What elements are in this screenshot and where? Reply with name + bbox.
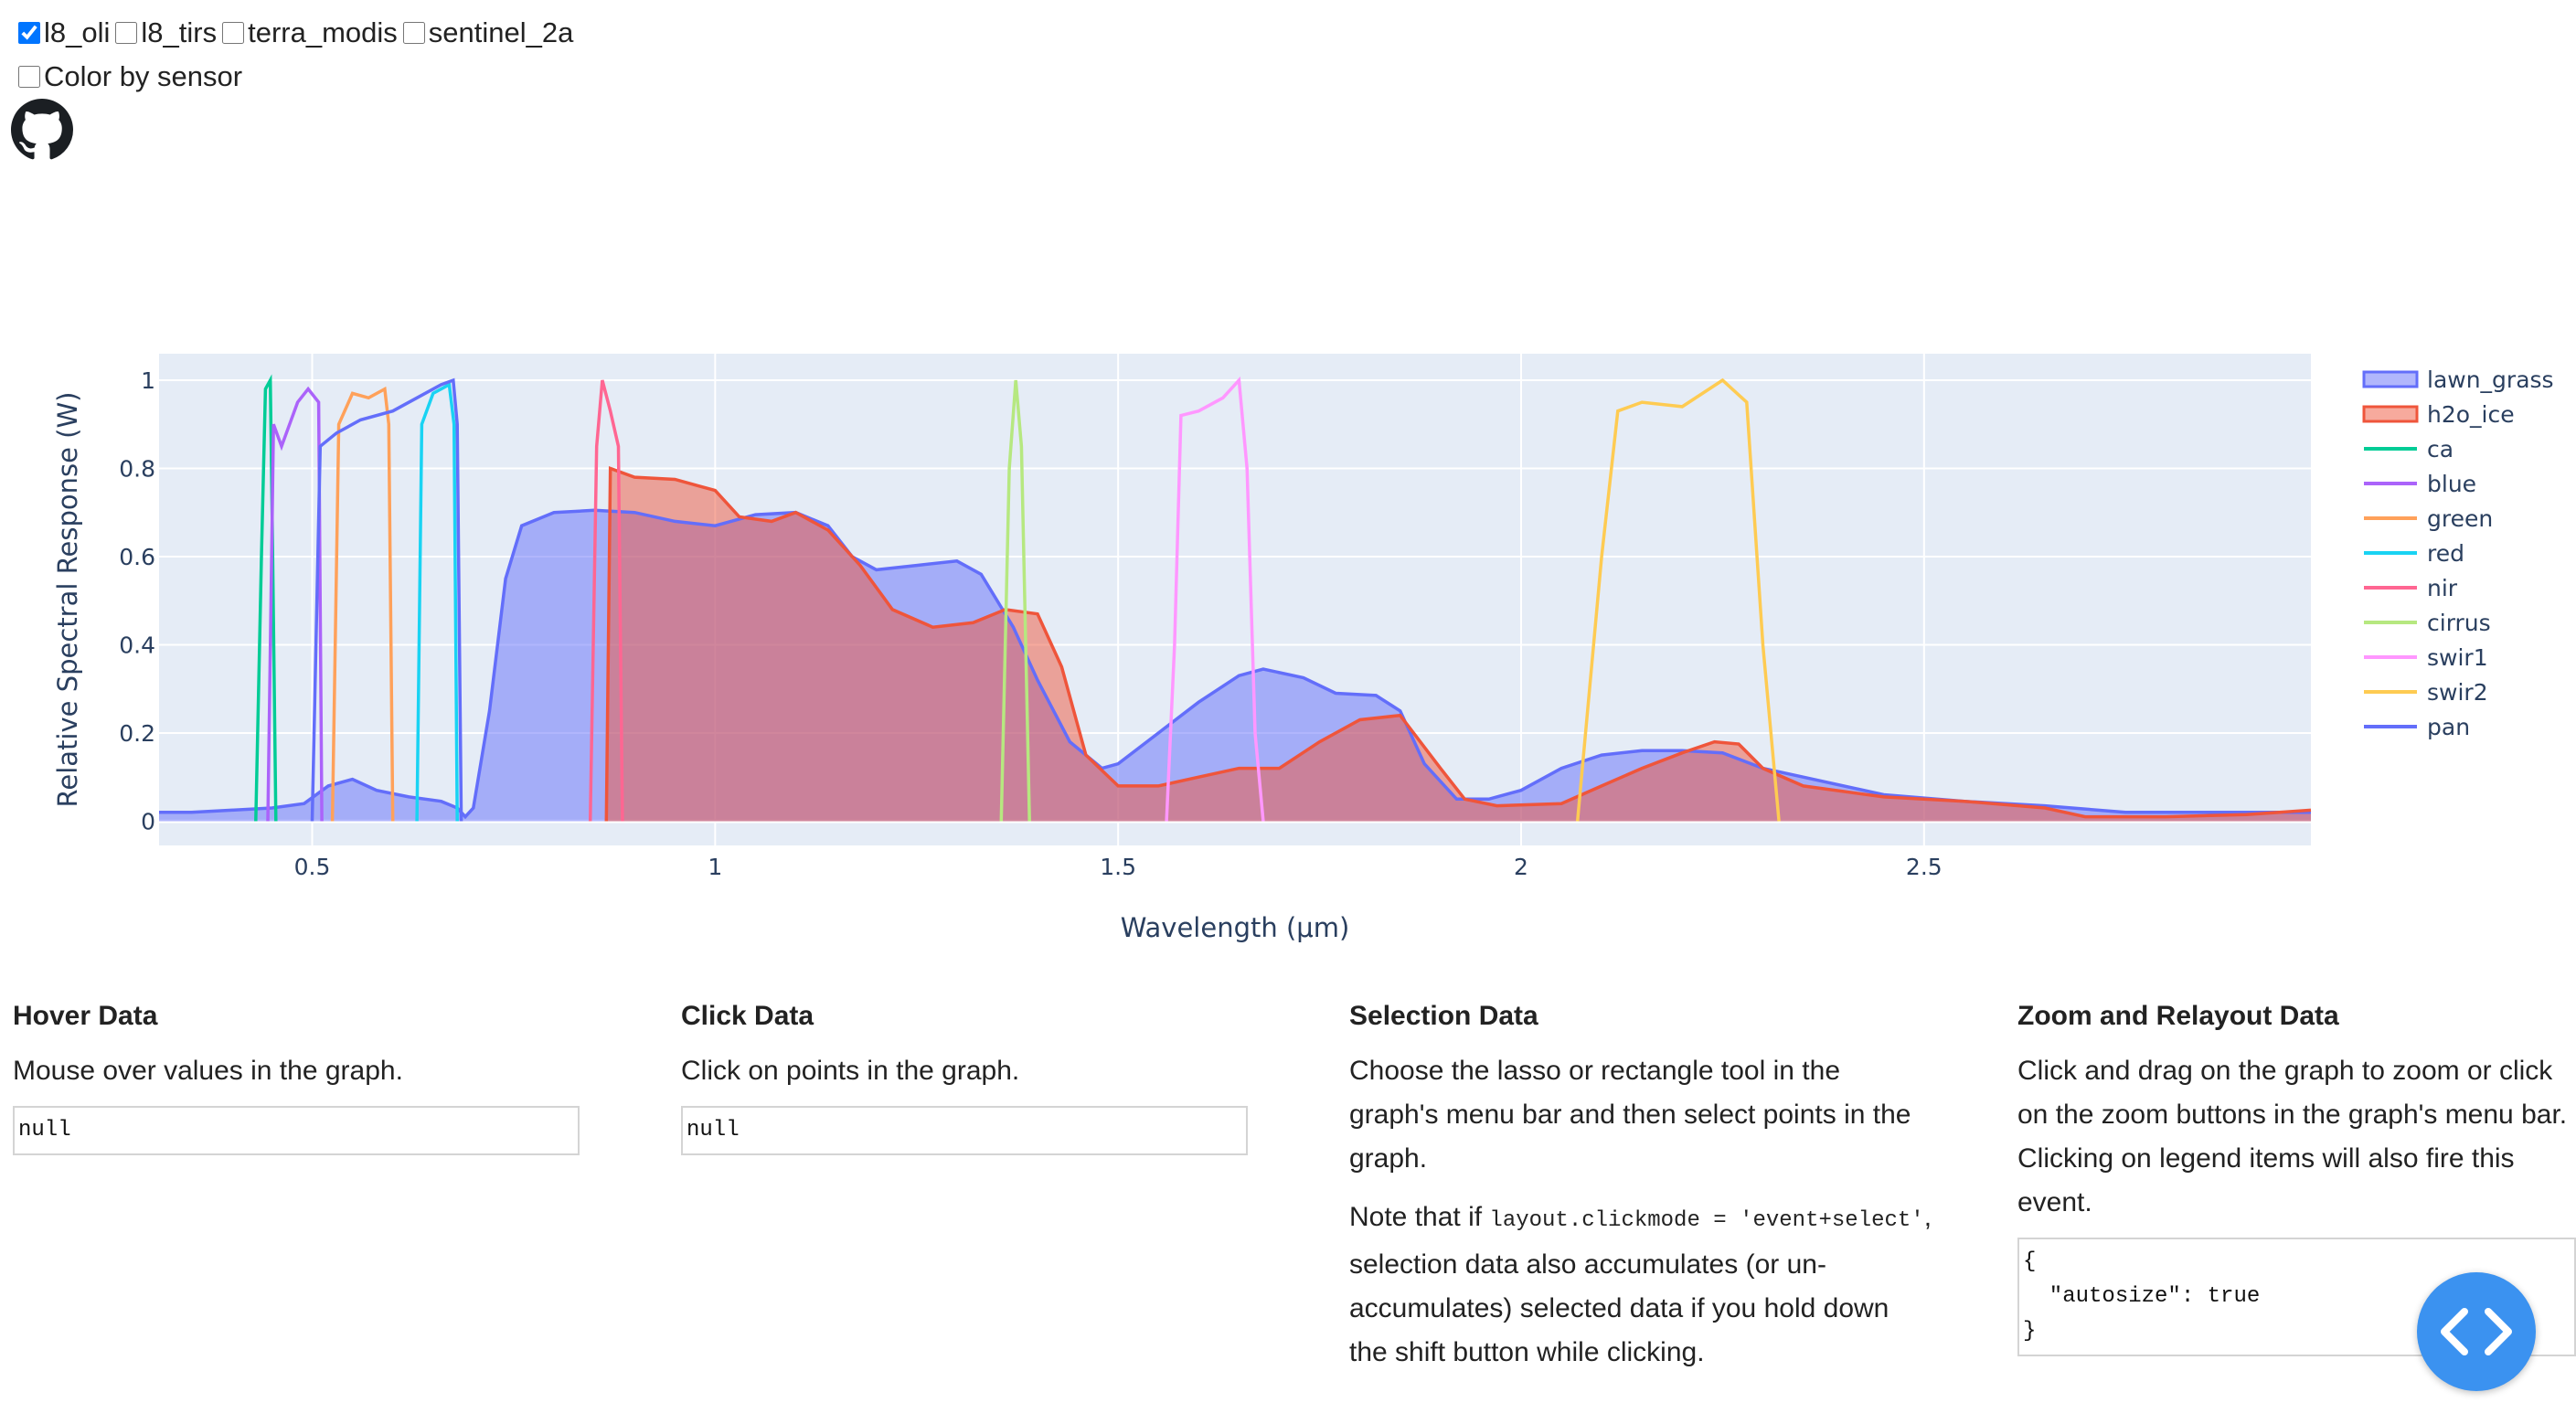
relayout-data-title: Zoom and Relayout Data bbox=[2017, 1001, 2339, 1031]
click-data-output: null bbox=[681, 1106, 1248, 1155]
click-data-panel: Click Data Click on points in the graph.… bbox=[681, 998, 1266, 1155]
x-tick-label: 0.5 bbox=[294, 854, 331, 880]
sensor-option-terra-modis[interactable]: terra_modis bbox=[222, 16, 398, 49]
legend-item-ca[interactable]: ca bbox=[2364, 436, 2454, 462]
sensor-checkbox-sentinel-2a[interactable] bbox=[402, 22, 425, 44]
legend-item-red[interactable]: red bbox=[2364, 540, 2464, 567]
legend-item-cirrus[interactable]: cirrus bbox=[2364, 610, 2491, 636]
legend-item-nir[interactable]: nir bbox=[2364, 575, 2458, 601]
sensor-checkbox-terra-modis[interactable] bbox=[222, 22, 245, 44]
x-tick-label: 1.5 bbox=[1100, 854, 1136, 880]
relayout-data-description: Click and drag on the graph to zoom or c… bbox=[2017, 1056, 2568, 1217]
color-by-sensor-checkbox[interactable] bbox=[18, 66, 40, 88]
color-by-sensor-label: Color by sensor bbox=[44, 60, 243, 92]
sensor-label: l8_oli bbox=[44, 16, 111, 48]
sensor-checkbox-group: l8_oli l8_tirs terra_modis sentinel_2a bbox=[18, 16, 579, 49]
y-tick-label: 0.2 bbox=[119, 720, 155, 747]
selection-data-note: Note that if layout.clickmode = 'event+s… bbox=[1349, 1196, 1934, 1375]
selection-data-description: Choose the lasso or rectangle tool in th… bbox=[1349, 1056, 1911, 1174]
github-icon[interactable] bbox=[11, 99, 73, 161]
legend-label: cirrus bbox=[2427, 610, 2491, 636]
sensor-checkbox-l8-tirs[interactable] bbox=[115, 22, 138, 44]
sensor-label: terra_modis bbox=[248, 16, 398, 48]
legend-label: red bbox=[2427, 540, 2464, 567]
legend-item-pan[interactable]: pan bbox=[2364, 714, 2470, 740]
hover-data-description: Mouse over values in the graph. bbox=[13, 1056, 403, 1086]
click-data-description: Click on points in the graph. bbox=[681, 1056, 1020, 1086]
legend-label: ca bbox=[2427, 436, 2454, 462]
legend-label: green bbox=[2427, 505, 2493, 532]
note-code: layout.clickmode = 'event+select' bbox=[1489, 1208, 1924, 1233]
legend-item-green[interactable]: green bbox=[2364, 505, 2493, 532]
sensor-option-sentinel-2a[interactable]: sentinel_2a bbox=[402, 16, 574, 49]
x-tick-label: 1 bbox=[708, 854, 722, 880]
hover-data-panel: Hover Data Mouse over values in the grap… bbox=[13, 998, 598, 1155]
click-data-title: Click Data bbox=[681, 1001, 814, 1031]
legend-item-blue[interactable]: blue bbox=[2364, 471, 2476, 497]
legend-item-h2o_ice[interactable]: h2o_ice bbox=[2362, 401, 2515, 428]
sensor-label: sentinel_2a bbox=[428, 16, 574, 48]
x-tick-label: 2 bbox=[1514, 854, 1528, 880]
legend-swatch bbox=[2362, 405, 2419, 423]
legend-item-lawn_grass[interactable]: lawn_grass bbox=[2362, 367, 2554, 393]
note-prefix: Note that if bbox=[1349, 1202, 1490, 1232]
sensor-option-l8-oli[interactable]: l8_oli bbox=[18, 16, 110, 49]
legend-item-swir2[interactable]: swir2 bbox=[2364, 679, 2488, 706]
legend-label: h2o_ice bbox=[2427, 401, 2515, 428]
hover-data-title: Hover Data bbox=[13, 1001, 158, 1031]
legend-label: swir1 bbox=[2427, 644, 2488, 671]
legend-swatch bbox=[2362, 370, 2419, 388]
code-fab-button[interactable] bbox=[2417, 1272, 2536, 1391]
y-tick-label: 0.8 bbox=[119, 455, 155, 482]
sensor-checkbox-l8-oli[interactable] bbox=[18, 22, 40, 44]
spectral-response-chart[interactable]: 0.5 1 1.5 2 2.5 0 0.2 0.4 0.6 0.8 1 Wavelength (μ… bbox=[0, 338, 2576, 960]
legend-label: swir2 bbox=[2427, 679, 2488, 706]
color-by-sensor-option[interactable]: Color by sensor bbox=[18, 60, 242, 93]
legend-label: pan bbox=[2427, 714, 2470, 740]
y-axis-label: Relative Spectral Response (W) bbox=[52, 392, 83, 808]
y-tick-label: 0.4 bbox=[119, 632, 155, 658]
selection-data-panel: Selection Data Choose the lasso or recta… bbox=[1349, 998, 1934, 1375]
hover-data-output: null bbox=[13, 1106, 580, 1155]
legend-label: nir bbox=[2427, 575, 2458, 601]
legend-label: lawn_grass bbox=[2427, 367, 2554, 393]
selection-data-title: Selection Data bbox=[1349, 1001, 1538, 1031]
code-icon bbox=[2441, 1308, 2512, 1355]
sensor-option-l8-tirs[interactable]: l8_tirs bbox=[115, 16, 217, 49]
y-tick-label: 0 bbox=[141, 808, 155, 834]
x-axis-label: Wavelength (μm) bbox=[1121, 912, 1350, 943]
sensor-label: l8_tirs bbox=[141, 16, 218, 48]
legend-item-swir1[interactable]: swir1 bbox=[2364, 644, 2488, 671]
y-tick-label: 0.6 bbox=[119, 544, 155, 570]
x-tick-label: 2.5 bbox=[1906, 854, 1943, 880]
y-tick-label: 1 bbox=[141, 367, 155, 394]
legend-label: blue bbox=[2427, 471, 2476, 497]
